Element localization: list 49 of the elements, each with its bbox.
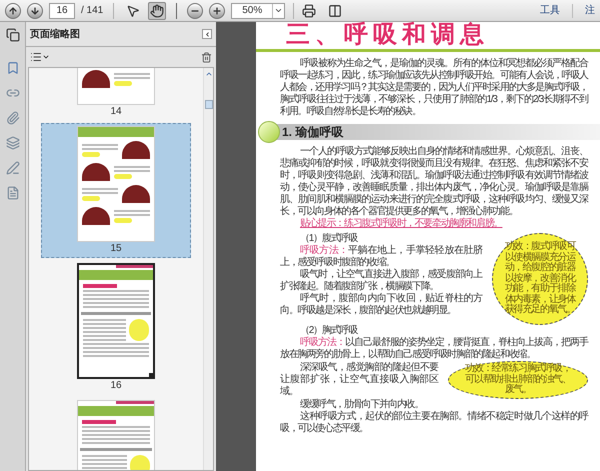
collapse-button[interactable] <box>202 29 212 39</box>
arrow-down-icon <box>30 6 40 16</box>
next-page-button[interactable] <box>27 2 43 18</box>
note-bubble: 功效：经常练习胸式呼吸，可以帮助排出肺部的浊气、废气。 <box>448 361 588 399</box>
subheading: （2）胸式呼吸 <box>299 325 359 336</box>
page-label: 15 <box>110 242 122 256</box>
paragraph: 吸气时，让空气直接进入腹部，感受腹部向上扩张隆起。随着腹部扩张，横膈膜下降。 <box>280 269 482 292</box>
tool-button[interactable] <box>148 2 166 20</box>
page-title: 三、呼吸和调息 <box>286 21 489 49</box>
zoom-in-button[interactable] <box>209 2 226 18</box>
intro-paragraph: 呼吸被称为生命之气，是瑜伽的灵魂。所有的体位和冥想都必须严格配合呼吸一起练习，因此，练习瑜伽应该先从控制呼吸开始。可能有人会说，呼吸人人都会，还用学习吗？其实这是需要的，因为人们平时采用的大多是胸式呼吸，胸式呼吸往往过于浅薄，不够深长，只使用了肺部的1/3，剩下的2/3长期得不到利用。呼吸自然绵长是长寿的秘诀。 <box>280 58 588 118</box>
hand-icon <box>150 4 164 18</box>
panel-title: 页面缩略图 <box>30 28 81 42</box>
scrollbar[interactable] <box>203 68 213 470</box>
paragraph: 一个人的呼吸方式能够反映出自身的情绪和情感世界。心烦意乱、沮丧、悲痛或抑郁的时候，呼吸就变得很慢而且没有规律。在狂怒、焦虑和紧张不安时，呼吸则变得急剧、浅薄和混乱。瑜伽呼吸法通过控制呼吸有效调节情绪波动，使心灵平静，改善睡眠质量，排出体内废气，净化心灵。瑜伽呼吸是靠膈肌、肋间肌和横膈膜的运动来进行的完全腹式呼吸，这种呼吸均匀、缓慢又深长，可以向身体的各个器官提供更多的氧气，增强心肺功能。 <box>280 146 588 218</box>
page-label: 14 <box>110 105 122 119</box>
trash-icon[interactable] <box>201 52 212 62</box>
method-paragraph: 呼吸方法：平躺在地上，手掌轻轻放在肚脐上，感受呼吸时腹部的收缩。 <box>280 245 482 268</box>
paragraph: 深深吸气，感觉胸部的隆起但不要让腹部扩张，让空气直接吸入胸部区域。 <box>280 362 438 398</box>
caret-icon <box>274 6 284 15</box>
thumbnail-item[interactable]: 15 <box>41 123 191 258</box>
paragraph: 这种呼吸方式，起伏的部位主要在胸部。情绪不稳定时做几个这样的呼吸，可以使心态平缓。 <box>280 411 588 435</box>
text-cursor-arrow-icon <box>126 4 140 18</box>
method-paragraph: 呼吸方法：以自己最舒服的姿势坐定，腰背挺直，脊柱向上拔高，把两手放在胸两旁的肋骨上，以帮助自己感受呼吸时胸部的隆起和收缩。 <box>280 337 588 361</box>
paperclip-icon[interactable] <box>6 111 20 125</box>
menu-item[interactable]: 注 <box>585 3 595 18</box>
pages-icon[interactable] <box>6 28 20 42</box>
tip-text: 贴心提示：练习腹式呼吸时，不要牵动胸廓和肩膀。 <box>299 218 504 230</box>
thumbnail-item[interactable]: 16 <box>41 260 191 395</box>
caret-icon <box>42 53 50 61</box>
page-number-field[interactable]: 16 <box>49 2 75 18</box>
paragraph: 缓缓呼气，肋骨向下并向内收。 <box>299 399 424 410</box>
plus-icon <box>212 6 222 16</box>
page-count: / 141 <box>81 4 104 18</box>
thumbnail-item[interactable]: 14 <box>41 68 191 121</box>
chevron-icon <box>204 30 210 38</box>
zoom-dropdown[interactable]: 50% <box>231 2 286 18</box>
menu-item[interactable]: 工具 <box>540 3 560 18</box>
zoom-out-button[interactable] <box>187 2 204 18</box>
scroll-up-icon <box>204 70 212 78</box>
subheading: （1）腹式呼吸 <box>299 233 359 244</box>
previous-page-button[interactable] <box>5 2 21 18</box>
scrollbar-thumb[interactable] <box>204 100 212 109</box>
note-bubble: 功效：腹式呼吸可以使横膈膜充分运动，给腹腔的脏器以按摩，改善消化功能，有助于排除体内毒素，让身体获得充足的氧气。 <box>492 233 588 325</box>
section-heading: 1. 瑜伽呼吸 <box>281 124 344 141</box>
page-label: 16 <box>110 379 122 393</box>
bookmark-icon[interactable] <box>6 61 20 75</box>
paragraph: 呼气时，腹部向内向下收回，贴近脊柱的方向。呼吸越是深长，腹部的起伏也就越明显。 <box>280 293 482 317</box>
arrow-up-icon <box>8 6 18 16</box>
